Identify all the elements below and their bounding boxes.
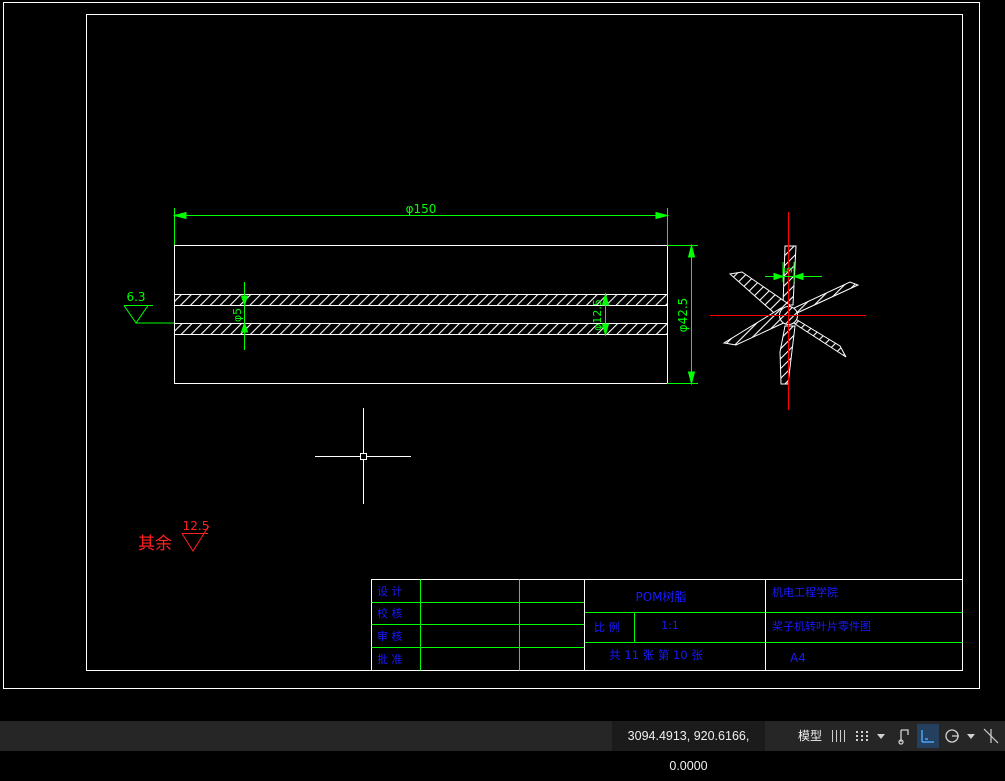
tb-paper-size: A4 — [790, 651, 806, 665]
polar-tracking-icon[interactable] — [942, 724, 964, 748]
dim-length-text: φ150 — [406, 202, 437, 216]
ortho-mode-icon[interactable] — [917, 724, 939, 748]
tb-designer: 设 计 — [377, 585, 403, 598]
tb-part-name: 桨子机转叶片零件图 — [772, 619, 871, 633]
dim-hole-small-text: φ5 — [231, 308, 244, 322]
dim-outer-text: φ42.5 — [676, 298, 690, 333]
chevron-down-icon[interactable] — [875, 724, 887, 748]
tb-scale-value: 1:1 — [661, 619, 679, 632]
cursor-crosshair — [315, 408, 411, 504]
roughness-rest-value: 12.5 — [183, 519, 210, 533]
tb-scale-label: 比 例 — [594, 620, 620, 634]
tb-reviewer: 审 核 — [377, 629, 403, 643]
infer-constraints-icon[interactable] — [894, 724, 914, 748]
drawing-canvas[interactable]: φ150 φ42.5 φ5 φ12.5 6.3 5 其余 12.5 设 计 校 … — [0, 0, 1005, 721]
tb-checker: 校 核 — [377, 606, 403, 620]
tb-school: 机电工程学院 — [772, 585, 838, 599]
chevron-down-icon[interactable] — [965, 724, 977, 748]
impeller-side-view — [710, 212, 866, 410]
tb-sheet-info: 共 11 张 第 10 张 — [609, 648, 703, 662]
tb-material: POM树脂 — [635, 589, 686, 604]
roughness-symbol-main — [123, 305, 174, 324]
dim-blade-text: 5 — [782, 267, 795, 274]
tb-approver: 批 准 — [377, 652, 403, 666]
grid-icon[interactable] — [828, 724, 850, 748]
coordinates-readout: 3094.4913, 920.6166, 0.0000 — [612, 721, 765, 773]
model-space-button[interactable]: 模型 — [794, 724, 826, 748]
isometric-drafting-icon[interactable] — [980, 724, 1002, 748]
status-bar: 3094.4913, 920.6166, 0.0000 模型 — [0, 721, 1005, 773]
roughness-rest-label: 其余 — [138, 534, 172, 554]
dim-hole-mid-text: φ12.5 — [591, 299, 604, 331]
snap-grid-icon[interactable] — [852, 724, 874, 748]
roughness-main-text: 6.3 — [126, 290, 145, 304]
